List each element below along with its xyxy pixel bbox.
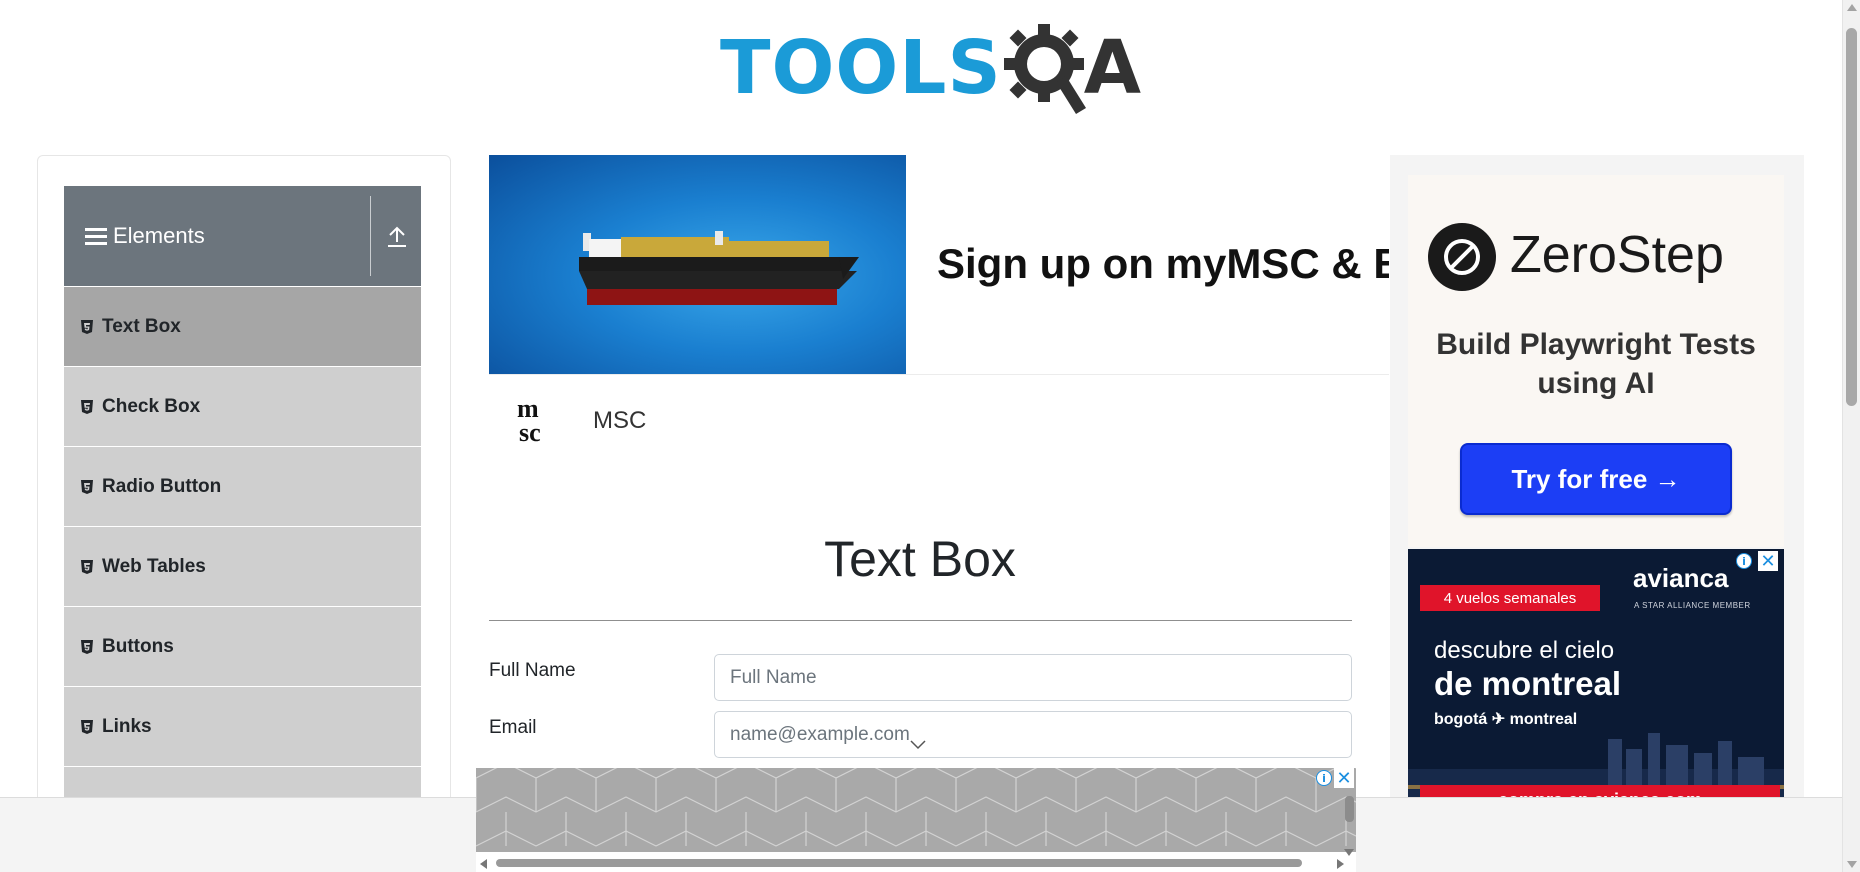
ship-illustration bbox=[579, 231, 859, 305]
hexagon-pattern bbox=[476, 768, 1356, 852]
sidebar-item-check-box[interactable]: Check Box bbox=[64, 366, 421, 446]
sidebar-item-label: Links bbox=[102, 715, 152, 737]
try-for-free-button[interactable]: Try for free → bbox=[1460, 443, 1732, 515]
advertiser-name: MSC bbox=[593, 407, 647, 434]
gear-magnifier-icon: A bbox=[1003, 20, 1142, 116]
elements-group-header[interactable]: Elements bbox=[64, 186, 421, 286]
sidebar-item-radio-button[interactable]: Radio Button bbox=[64, 446, 421, 526]
star-alliance-text: A STAR ALLIANCE MEMBER bbox=[1634, 601, 1751, 610]
html5-icon bbox=[81, 559, 93, 574]
ad-line-2: de montreal bbox=[1434, 665, 1622, 702]
full-name-label: Full Name bbox=[489, 660, 576, 681]
sidebar-item-links[interactable]: Links bbox=[64, 686, 421, 766]
zerostep-tagline: Build Playwright Tests using AI bbox=[1436, 328, 1756, 400]
scroll-thumb[interactable] bbox=[1345, 796, 1354, 822]
html5-icon bbox=[81, 479, 93, 494]
logo-text: TOOLS bbox=[720, 25, 1002, 111]
ad-close-icon[interactable]: ✕ bbox=[1758, 551, 1778, 572]
chevron-down-icon bbox=[910, 740, 926, 750]
right-ad-column: ZeroStep Build Playwright Tests using AI… bbox=[1390, 155, 1804, 872]
sidebar-item-label: Web Tables bbox=[102, 555, 206, 577]
ad-close-icon[interactable]: ✕ bbox=[1334, 768, 1354, 789]
ad-info-icon[interactable]: i bbox=[1736, 553, 1752, 569]
scroll-down-arrow-icon[interactable] bbox=[1344, 849, 1354, 856]
avianca-brand: avianca bbox=[1633, 563, 1729, 593]
zerostep-brand: ZeroStep bbox=[1510, 226, 1724, 284]
page-title: Text Box bbox=[824, 531, 1016, 587]
msc-logo: m sc bbox=[517, 395, 541, 445]
route-text: bogotá ✈ montreal bbox=[1434, 711, 1578, 728]
html5-icon bbox=[81, 399, 93, 414]
sidebar-item-web-tables[interactable]: Web Tables bbox=[64, 526, 421, 606]
zerostep-ad[interactable]: ZeroStep Build Playwright Tests using AI… bbox=[1408, 175, 1784, 547]
scroll-down-arrow-icon[interactable] bbox=[1847, 861, 1857, 868]
toolsqa-logo[interactable]: TOOLS A bbox=[720, 18, 1141, 118]
scroll-up-arrow-icon[interactable] bbox=[1847, 4, 1857, 11]
email-input[interactable] bbox=[714, 711, 1352, 758]
ad-info-icon[interactable]: i bbox=[1316, 770, 1332, 786]
sidebar-item-label: Check Box bbox=[102, 395, 201, 417]
ad-headline: Sign up on myMSC & B bbox=[937, 240, 1389, 287]
logo-suffix: A bbox=[1083, 25, 1142, 111]
cargo-ship-image bbox=[489, 155, 906, 374]
ad-vertical-scrollbar[interactable] bbox=[1342, 786, 1356, 856]
zerostep-logo-icon bbox=[1428, 223, 1496, 291]
flights-badge: 4 vuelos semanales bbox=[1420, 585, 1600, 611]
bottom-banner-ad[interactable]: i ✕ bbox=[476, 768, 1356, 872]
scroll-thumb[interactable] bbox=[1846, 28, 1857, 406]
msc-banner-ad[interactable]: Sign up on myMSC & B m sc MSC bbox=[489, 155, 1389, 465]
group-divider bbox=[370, 196, 371, 276]
svg-text:sc: sc bbox=[519, 418, 541, 445]
sidebar-item-label: Text Box bbox=[102, 315, 181, 337]
sidebar-item-label: Radio Button bbox=[102, 475, 222, 497]
sidebar: Elements Text Box Check Box Radio Button… bbox=[37, 155, 451, 872]
full-name-input[interactable] bbox=[714, 654, 1352, 701]
collapse-up-icon[interactable] bbox=[385, 222, 409, 250]
ad-line-1: descubre el cielo bbox=[1434, 637, 1615, 664]
scroll-right-arrow-icon[interactable] bbox=[1337, 859, 1344, 869]
scroll-left-arrow-icon[interactable] bbox=[480, 859, 487, 869]
sidebar-item-label: Buttons bbox=[102, 635, 174, 657]
elements-menu-list: Text Box Check Box Radio Button Web Tabl… bbox=[64, 286, 421, 846]
sidebar-item-text-box[interactable]: Text Box bbox=[64, 286, 421, 366]
html5-icon bbox=[81, 639, 93, 654]
hamburger-icon bbox=[85, 227, 107, 245]
group-title: Elements bbox=[113, 223, 205, 248]
scroll-thumb[interactable] bbox=[496, 859, 1302, 867]
html5-icon bbox=[81, 319, 93, 334]
title-divider bbox=[489, 620, 1352, 621]
ad-divider bbox=[489, 374, 1389, 375]
ad-horizontal-scrollbar[interactable] bbox=[476, 856, 1356, 870]
html5-icon bbox=[81, 719, 93, 734]
email-label: Email bbox=[489, 717, 537, 738]
page-vertical-scrollbar[interactable] bbox=[1842, 0, 1860, 872]
sidebar-item-buttons[interactable]: Buttons bbox=[64, 606, 421, 686]
